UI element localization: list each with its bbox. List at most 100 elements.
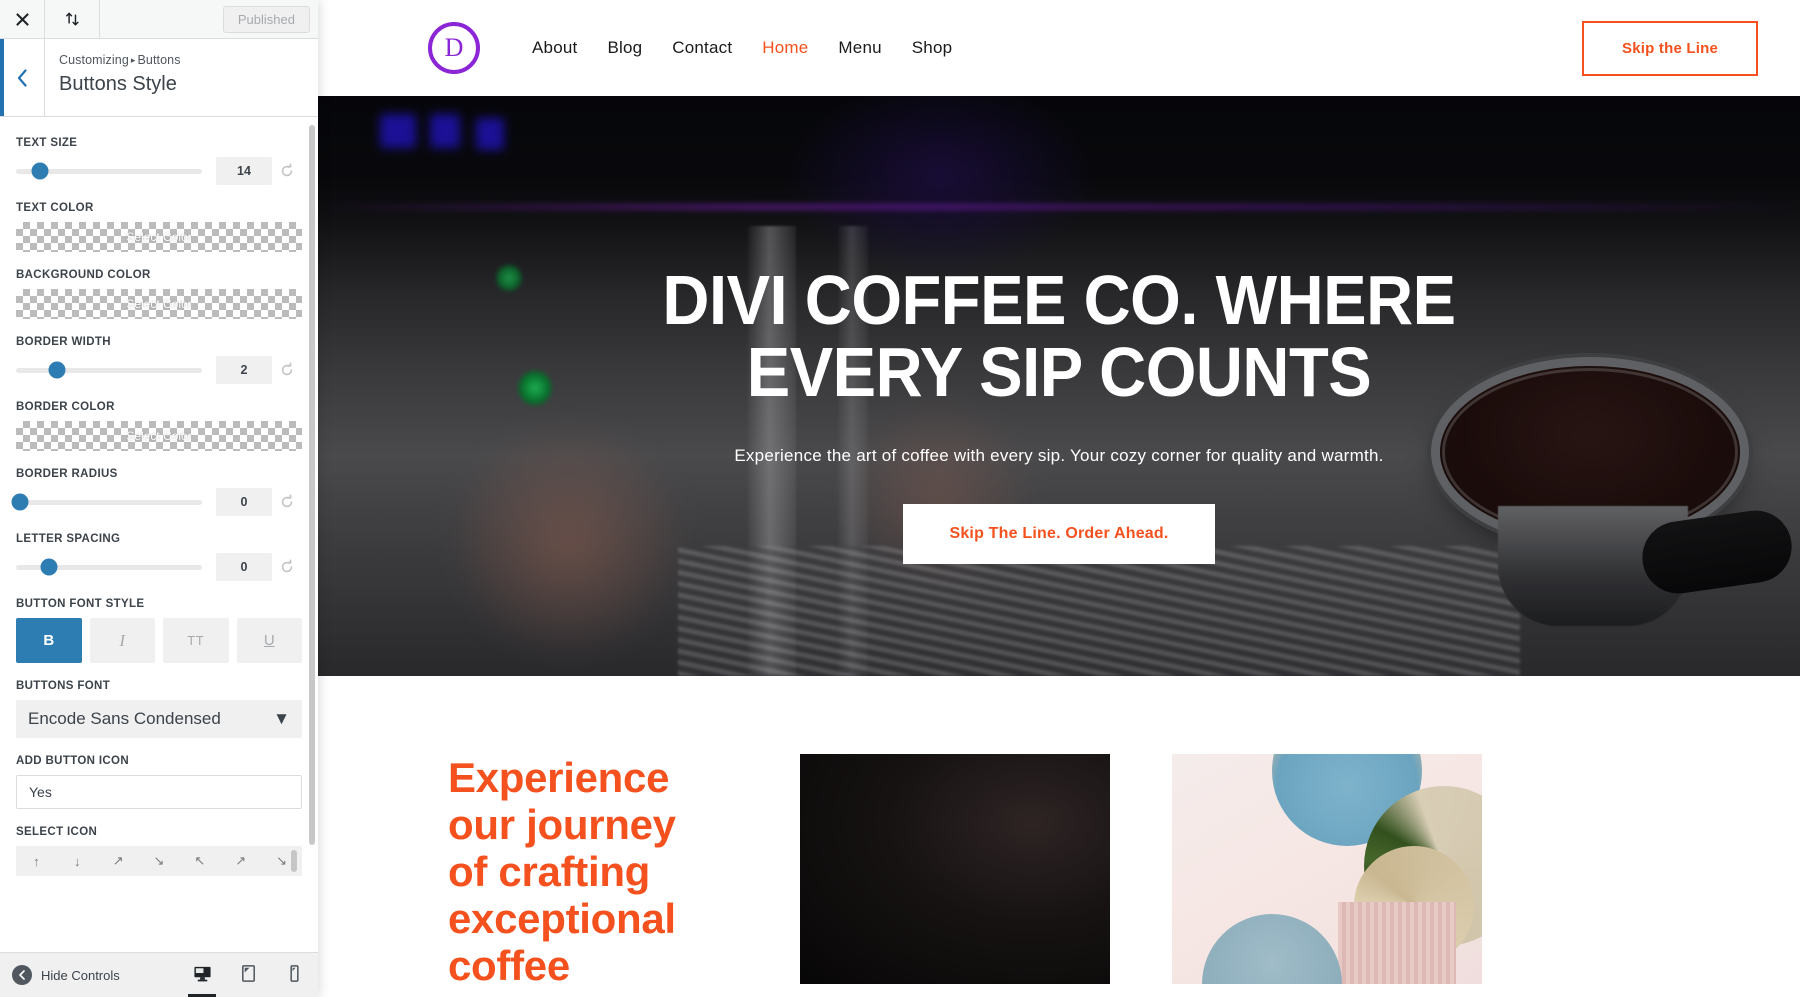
border-radius-slider[interactable]: [11, 493, 202, 511]
publish-area: Published: [222, 0, 318, 38]
hero-cta-button[interactable]: Skip The Line. Order Ahead.: [903, 504, 1215, 565]
select-color-label: Select Color: [126, 230, 192, 244]
buttons-font-value: Encode Sans Condensed: [28, 709, 221, 728]
control-label: LETTER SPACING: [16, 533, 121, 545]
slider-thumb[interactable]: [48, 361, 66, 379]
control-label: TEXT SIZE: [16, 137, 78, 149]
background-color-picker[interactable]: Select Color: [16, 289, 302, 319]
breadcrumb: Customizing ▸ Buttons: [59, 53, 181, 67]
control-label: BORDER WIDTH: [16, 336, 111, 348]
add-button-icon-value: Yes: [29, 784, 52, 800]
hide-controls-button[interactable]: Hide Controls: [12, 965, 120, 985]
arrow-down-icon[interactable]: ↓: [57, 854, 98, 869]
control-label: BORDER RADIUS: [16, 468, 118, 480]
border-color-picker[interactable]: Select Color: [16, 421, 302, 451]
icon-picker-strip[interactable]: ↑ ↓ ↗ ↘ ↖ ↗ ↘: [16, 846, 302, 876]
border-radius-value[interactable]: 0: [216, 488, 272, 516]
text-color-picker[interactable]: Select Color: [16, 222, 302, 252]
control-background-color: BACKGROUND COLOR Select Color: [16, 269, 302, 319]
hide-controls-label: Hide Controls: [41, 967, 120, 983]
nav-item-contact[interactable]: Contact: [672, 38, 732, 58]
back-button[interactable]: [0, 39, 45, 116]
panel-header-text: Customizing ▸ Buttons Buttons Style: [45, 39, 181, 116]
arrow-down-right-icon[interactable]: ↘: [139, 853, 180, 869]
text-size-slider[interactable]: [16, 162, 202, 180]
nav-item-menu[interactable]: Menu: [838, 38, 881, 58]
collapse-arrow-icon: [12, 965, 32, 985]
arrow-up-left-icon[interactable]: ↖: [179, 853, 220, 869]
control-border-radius: BORDER RADIUS 0: [11, 468, 302, 516]
slider-row: 0: [11, 488, 302, 516]
control-label: ADD BUTTON ICON: [16, 755, 130, 767]
uppercase-button[interactable]: TT: [163, 618, 229, 663]
nav-item-home[interactable]: Home: [762, 38, 808, 58]
underline-button[interactable]: U: [236, 618, 302, 663]
about-image-ceramics: [1172, 754, 1482, 984]
site-logo[interactable]: D: [428, 22, 480, 74]
control-letter-spacing: LETTER SPACING 0: [16, 533, 302, 581]
customizer-topbar: Published: [0, 0, 318, 39]
reset-icon[interactable]: [272, 362, 302, 378]
customizer-sidebar: Published Customizing ▸ Buttons Buttons St…: [0, 0, 318, 997]
about-section: Experience our journey of crafting excep…: [318, 676, 1800, 990]
about-image-dark: [800, 754, 1110, 984]
reset-icon-glyph: [281, 494, 293, 508]
about-images: [800, 754, 1482, 984]
ceramic-plate-blue-bottom: [1202, 914, 1342, 984]
customizer-footer: Hide Controls: [0, 952, 318, 997]
letter-spacing-slider[interactable]: [16, 558, 202, 576]
site-header: D About Blog Contact Home Menu Shop Skip…: [318, 0, 1800, 96]
arrow-up-icon[interactable]: ↑: [16, 854, 57, 869]
border-width-value[interactable]: 2: [216, 356, 272, 384]
breadcrumb-current: Buttons: [137, 53, 181, 67]
reset-icon[interactable]: [272, 559, 302, 575]
mobile-preview-button[interactable]: [282, 963, 306, 987]
breadcrumb-root: Customizing: [59, 53, 129, 67]
slider-thumb[interactable]: [40, 558, 58, 576]
hero-section: DIVI COFFEE CO. WHERE EVERY SIP COUNTS E…: [318, 96, 1800, 676]
chevron-left-icon: [17, 68, 27, 87]
control-border-color: BORDER COLOR Select Color: [16, 401, 302, 451]
site-preview: D About Blog Contact Home Menu Shop Skip…: [318, 0, 1800, 997]
chevron-down-icon: ▼: [273, 709, 290, 728]
nav-item-shop[interactable]: Shop: [912, 38, 953, 58]
publish-settings-icon[interactable]: [45, 0, 100, 38]
controls-list: TEXT SIZE 14 TEXT COLOR Select Color BAC…: [0, 117, 318, 952]
buttons-font-select[interactable]: Encode Sans Condensed ▼: [16, 700, 302, 738]
control-select-icon: SELECT ICON ↑ ↓ ↗ ↘ ↖ ↗ ↘: [16, 826, 302, 876]
collapse-arrow-glyph: [19, 970, 25, 980]
arrow-up-right-icon[interactable]: ↗: [98, 853, 139, 869]
letter-spacing-value[interactable]: 0: [216, 553, 272, 581]
control-border-width: BORDER WIDTH 2: [16, 336, 302, 384]
italic-button[interactable]: I: [89, 618, 155, 663]
header-cta-button[interactable]: Skip the Line: [1582, 20, 1758, 76]
add-button-icon-select[interactable]: Yes: [16, 775, 302, 809]
control-label: BACKGROUND COLOR: [16, 269, 151, 281]
sidebar-scrollbar[interactable]: [309, 125, 315, 845]
panel-header: Customizing ▸ Buttons Buttons Style: [0, 39, 318, 117]
reset-icon[interactable]: [272, 494, 302, 510]
customizer-app: Published Customizing ▸ Buttons Buttons St…: [0, 0, 1800, 997]
slider-thumb[interactable]: [31, 162, 49, 180]
tablet-preview-button[interactable]: [236, 963, 260, 987]
arrow-up-right-alt-icon[interactable]: ↗: [220, 853, 261, 869]
reset-icon-glyph: [281, 163, 293, 177]
about-text-column: Experience our journey of crafting excep…: [318, 754, 718, 989]
nav-item-blog[interactable]: Blog: [607, 38, 642, 58]
control-label: TEXT COLOR: [16, 202, 94, 214]
bold-button[interactable]: B: [16, 618, 82, 663]
border-width-slider[interactable]: [16, 361, 202, 379]
control-label: BORDER COLOR: [16, 401, 115, 413]
control-add-button-icon: ADD BUTTON ICON Yes: [16, 755, 302, 809]
slider-thumb[interactable]: [11, 493, 29, 511]
publish-button[interactable]: Published: [222, 5, 310, 33]
text-size-value[interactable]: 14: [216, 157, 272, 185]
about-heading: Experience our journey of crafting excep…: [448, 754, 676, 990]
icon-strip-scrollbar[interactable]: [291, 850, 297, 872]
close-icon[interactable]: [0, 0, 45, 38]
control-label: BUTTONS FONT: [16, 680, 111, 692]
nav-item-about[interactable]: About: [532, 38, 577, 58]
reset-icon[interactable]: [272, 163, 302, 179]
close-icon-glyph: [15, 12, 29, 26]
desktop-preview-button[interactable]: [188, 963, 216, 997]
